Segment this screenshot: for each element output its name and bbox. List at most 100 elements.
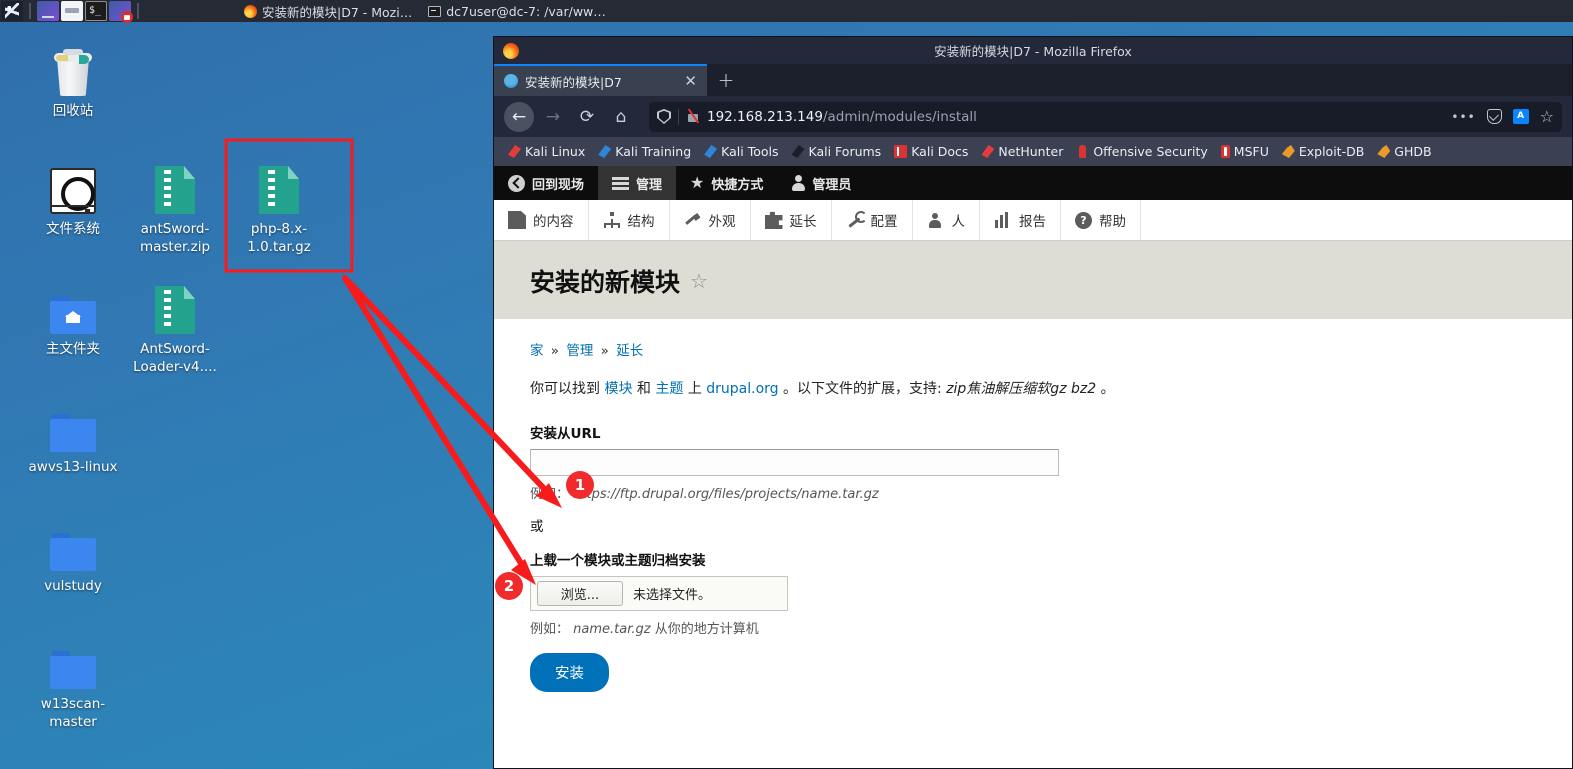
hint-value: name.tar.gz — [573, 622, 651, 637]
admin-menu-reports[interactable]: 报告 — [980, 200, 1061, 240]
intro-part1: 你可以找到 — [530, 381, 600, 397]
bookmark-nethunter[interactable]: NetHunter — [975, 141, 1069, 163]
desktop-icon-awvs13[interactable]: awvs13-linux — [18, 400, 128, 476]
folder-icon — [50, 400, 96, 452]
intro-part4: 。以下文件的扩展，支持: — [783, 381, 942, 397]
bookmark-star-icon[interactable]: ☆ — [1540, 108, 1554, 125]
firefox-window: 安装新的模块|D7 - Mozilla Firefox 安装新的模块|D7 ✕ … — [493, 36, 1573, 769]
bookmark-ghdb[interactable]: GHDB — [1371, 141, 1437, 163]
desktop-icon-vulstudy[interactable]: vulstudy — [18, 519, 128, 595]
desktop-icon-label: vulstudy — [44, 578, 102, 594]
system-taskbar: $_ 安装新的模块|D7 - Mozi… dc7user@dc-7: /var/… — [0, 0, 1573, 23]
new-tab-button[interactable]: + — [707, 64, 745, 96]
toolbar-shortcuts[interactable]: ★ 快捷方式 — [676, 166, 777, 200]
forward-button[interactable]: → — [538, 102, 568, 132]
archive-file-icon — [155, 162, 195, 214]
favorite-star-icon[interactable]: ☆ — [690, 269, 708, 293]
browser-tab-active[interactable]: 安装新的模块|D7 ✕ — [494, 64, 707, 96]
toolbar-account[interactable]: 管理员 — [777, 166, 865, 200]
bookmark-offensive-security[interactable]: Offensive Security — [1070, 141, 1213, 163]
page-title-text: 安装的新模块 — [530, 268, 681, 297]
desktop-icon-home[interactable]: 主文件夹 — [18, 282, 128, 358]
file-manager-icon[interactable] — [61, 1, 83, 21]
admin-menu-label: 外观 — [708, 214, 736, 230]
admin-menu-label: 报告 — [1019, 214, 1046, 230]
terminal-icon[interactable]: $_ — [85, 1, 107, 21]
terminal-icon — [428, 5, 442, 17]
desktop-icon-w13scan[interactable]: w13scan-master — [18, 637, 128, 731]
bookmark-kali-tools[interactable]: Kali Tools — [698, 141, 784, 163]
address-bar[interactable]: 192.168.213.149/admin/modules/install ••… — [649, 101, 1562, 132]
supported-formats: zip焦油解压缩软gz bz2 — [946, 381, 1097, 397]
firefox-icon — [244, 4, 257, 18]
url-action-group: ••• A ☆ — [1443, 108, 1554, 125]
broken-lock-icon[interactable] — [686, 109, 700, 124]
taskbar-window-title: 安装新的模块|D7 - Mozi… — [262, 4, 413, 20]
desktop-icon-filesystem[interactable]: 文件系统 — [18, 162, 128, 238]
bookmark-kali-docs[interactable]: Kali Docs — [888, 141, 974, 163]
close-tab-icon[interactable]: ✕ — [684, 73, 697, 89]
admin-menu-label: 配置 — [870, 214, 898, 230]
file-upload-control[interactable]: 浏览... 未选择文件。 — [530, 576, 788, 611]
translate-icon[interactable]: A — [1512, 109, 1529, 124]
pocket-icon[interactable] — [1486, 109, 1502, 124]
desktop-icon-antsword-zip[interactable]: antSword-master.zip — [120, 162, 230, 256]
link-modules[interactable]: 模块 — [604, 381, 632, 397]
drupal-top-toolbar: 回到现场 管理 ★ 快捷方式 管理员 — [494, 166, 1572, 200]
toolbar-label: 快捷方式 — [711, 177, 764, 193]
bookmark-label: Kali Forums — [808, 144, 882, 159]
reload-button[interactable]: ⟳ — [572, 102, 602, 132]
admin-menu-people[interactable]: 人 — [913, 200, 980, 240]
page-body: 家 » 管理 » 延长 你可以找到 模块 和 主题 上 drupal.org 。… — [494, 319, 1572, 712]
taskbar-window-terminal[interactable]: dc7user@dc-7: /var/ww… — [420, 1, 614, 21]
kali-dragon-icon[interactable] — [1, 1, 23, 21]
breadcrumb-item-home[interactable]: 家 — [530, 343, 544, 359]
screen-recorder-icon[interactable] — [109, 1, 133, 23]
admin-menu-extend[interactable]: 延长 — [751, 200, 832, 240]
admin-menu-help[interactable]: ? 帮助 — [1061, 200, 1141, 240]
install-url-input[interactable] — [530, 449, 1059, 476]
home-button[interactable]: ⌂ — [606, 102, 636, 132]
admin-menu-configuration[interactable]: 配置 — [832, 200, 913, 240]
link-drupal-org[interactable]: drupal.org — [706, 381, 778, 397]
kali-dark-icon — [791, 145, 805, 158]
breadcrumb-item-extend[interactable]: 延长 — [616, 343, 643, 359]
page-header: 安装的新模块 ☆ — [494, 241, 1572, 319]
admin-menu-content[interactable]: 的内容 — [494, 200, 589, 240]
taskbar-window-firefox[interactable]: 安装新的模块|D7 - Mozi… — [236, 1, 420, 21]
admin-menu-appearance[interactable]: 外观 — [670, 200, 751, 240]
annotation-badge-1: 1 — [566, 471, 594, 499]
or-label: 或 — [530, 519, 544, 535]
admin-menu-structure[interactable]: 结构 — [589, 200, 670, 240]
toolbar-manage[interactable]: 管理 — [598, 166, 677, 200]
page-actions-icon[interactable]: ••• — [1451, 111, 1475, 123]
files-icon[interactable] — [37, 1, 59, 21]
desktop-icon-antsword-loader[interactable]: AntSword-Loader-v4.... — [120, 282, 230, 376]
install-submit-button[interactable]: 安装 — [530, 653, 609, 692]
annotation-badge-2: 2 — [495, 572, 523, 600]
kali-blue-icon — [704, 145, 718, 158]
breadcrumb-item-manage[interactable]: 管理 — [566, 343, 593, 359]
back-button[interactable]: ← — [504, 101, 534, 132]
bookmark-exploit-db[interactable]: Exploit-DB — [1276, 141, 1370, 163]
bookmark-kali-training[interactable]: Kali Training — [592, 141, 697, 163]
desktop-icon-trash[interactable]: 回收站 — [18, 44, 128, 120]
toolbar-back-to-site[interactable]: 回到现场 — [494, 166, 598, 200]
browse-button[interactable]: 浏览... — [537, 581, 623, 606]
home-folder-icon — [50, 282, 96, 334]
document-icon — [508, 211, 526, 229]
admin-menu-label: 帮助 — [1099, 214, 1126, 230]
link-themes[interactable]: 主题 — [655, 381, 683, 397]
shield-icon[interactable] — [657, 109, 671, 124]
bookmark-kali-linux[interactable]: Kali Linux — [502, 141, 591, 163]
drupal-favicon-icon — [504, 74, 518, 88]
desktop-icon-label: awvs13-linux — [28, 459, 118, 475]
bookmark-label: Offensive Security — [1093, 144, 1208, 159]
intro-text: 你可以找到 模块 和 主题 上 drupal.org 。以下文件的扩展，支持: … — [530, 379, 1536, 400]
bookmark-kali-forums[interactable]: Kali Forums — [786, 141, 888, 163]
drive-icon — [50, 162, 96, 214]
page-title: 安装的新模块 ☆ — [530, 263, 1536, 299]
desktop-icon-php-targz[interactable]: php-8.x-1.0.tar.gz — [224, 162, 334, 256]
bookmark-msfu[interactable]: MSFU — [1215, 141, 1275, 163]
kali-icon — [981, 145, 995, 158]
